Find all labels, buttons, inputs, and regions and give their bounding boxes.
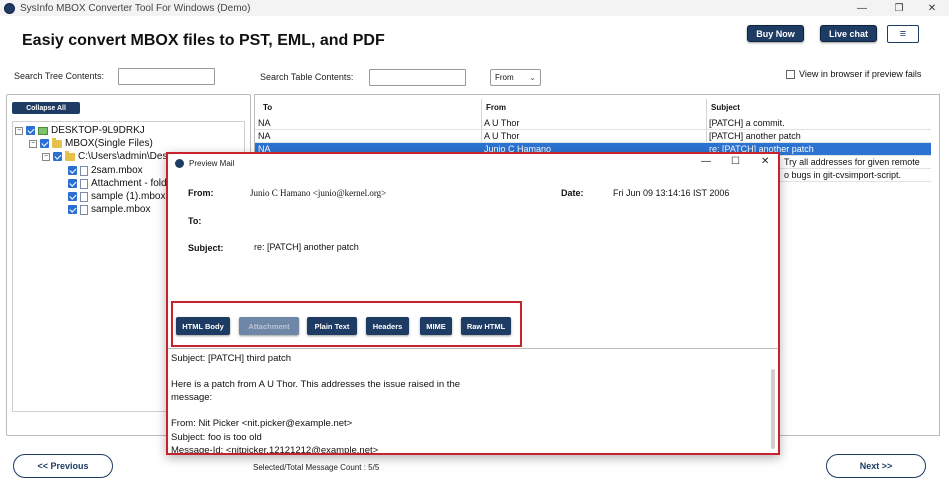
computer-icon bbox=[38, 126, 48, 135]
folder-icon bbox=[65, 150, 75, 161]
tree-node-file[interactable]: sample.mbox bbox=[68, 203, 150, 216]
vertical-scrollbar[interactable] bbox=[771, 369, 775, 449]
table-row[interactable]: NA A U Thor [PATCH] another patch bbox=[255, 130, 931, 143]
minimize-button[interactable]: — bbox=[845, 0, 879, 16]
dialog-title: Preview Mail bbox=[189, 158, 235, 168]
tree-node-label: 2sam.mbox bbox=[91, 165, 143, 176]
cell-from: A U Thor bbox=[484, 131, 520, 141]
column-header-to[interactable]: To bbox=[263, 103, 272, 115]
checkbox-checked-icon[interactable] bbox=[40, 139, 49, 148]
message-count: Selected/Total Message Count : 5/5 bbox=[253, 463, 380, 472]
search-field-select[interactable]: From ⌄ bbox=[490, 69, 541, 86]
date-value: Fri Jun 09 13:14:16 IST 2006 bbox=[613, 188, 730, 198]
app-logo-icon bbox=[175, 158, 184, 168]
tree-node-label: MBOX(Single Files) bbox=[65, 138, 153, 149]
tree-node-file[interactable]: Attachment - fold bbox=[68, 177, 167, 190]
view-in-browser-checkbox[interactable] bbox=[786, 69, 795, 79]
folder-icon bbox=[52, 137, 62, 148]
tree-node-label: C:\Users\admin\Des bbox=[78, 151, 168, 162]
collapse-icon[interactable]: − bbox=[42, 152, 50, 161]
body-line: Here is a patch from A U Thor. This addr… bbox=[171, 379, 461, 390]
menu-button[interactable]: ≡ bbox=[887, 25, 919, 43]
body-line: Subject: foo is too old bbox=[171, 432, 262, 443]
checkbox-checked-icon[interactable] bbox=[68, 205, 77, 214]
date-label: Date: bbox=[561, 188, 584, 198]
restore-button[interactable]: ❐ bbox=[882, 0, 916, 16]
file-icon bbox=[80, 204, 88, 215]
dialog-close-button[interactable]: ✕ bbox=[761, 156, 769, 167]
checkbox-checked-icon[interactable] bbox=[68, 192, 77, 201]
cell-subject: o bugs in git-cvsimport-script. bbox=[784, 170, 902, 180]
tab-headers[interactable]: Headers bbox=[366, 317, 409, 335]
tree-node-label: sample.mbox bbox=[91, 204, 151, 215]
tree-node-root[interactable]: − DESKTOP-9L9DRKJ bbox=[15, 124, 145, 137]
tab-html-body[interactable]: HTML Body bbox=[176, 317, 230, 335]
subject-label: Subject: bbox=[188, 243, 224, 253]
search-table-label: Search Table Contents: bbox=[260, 72, 354, 82]
file-icon bbox=[80, 191, 88, 202]
cell-from: A U Thor bbox=[484, 118, 520, 128]
view-in-browser-option[interactable]: View in browser if preview fails bbox=[786, 69, 921, 79]
buy-now-button[interactable]: Buy Now bbox=[747, 25, 804, 42]
select-value: From bbox=[495, 73, 514, 82]
cell-subject: [PATCH] a commit. bbox=[709, 118, 785, 128]
table-row[interactable]: NA A U Thor [PATCH] a commit. bbox=[255, 117, 931, 130]
search-tree-label: Search Tree Contents: bbox=[14, 71, 105, 81]
preview-mail-dialog: Preview Mail — ☐ ✕ From: Junio C Hamano … bbox=[166, 152, 780, 455]
hamburger-icon: ≡ bbox=[899, 28, 907, 40]
dialog-title-bar: Preview Mail bbox=[168, 154, 778, 172]
page-heading: Easiy convert MBOX files to PST, EML, an… bbox=[22, 32, 385, 49]
tree-node-file[interactable]: sample (1).mbox bbox=[68, 190, 165, 203]
live-chat-button[interactable]: Live chat bbox=[820, 25, 877, 42]
dialog-minimize-button[interactable]: — bbox=[701, 156, 711, 167]
checkbox-checked-icon[interactable] bbox=[26, 126, 35, 135]
search-table-input[interactable] bbox=[369, 69, 466, 86]
subject-value: re: [PATCH] another patch bbox=[254, 242, 359, 252]
collapse-all-button[interactable]: Collapse All bbox=[12, 102, 80, 114]
view-tabs-group: HTML Body Attachment Plain Text Headers … bbox=[171, 301, 522, 347]
from-label: From: bbox=[188, 188, 214, 198]
tab-plain-text[interactable]: Plain Text bbox=[307, 317, 357, 335]
checkbox-checked-icon[interactable] bbox=[68, 166, 77, 175]
tab-attachment[interactable]: Attachment bbox=[239, 317, 299, 335]
cell-subject: Try all addresses for given remote bbox=[784, 157, 920, 167]
file-icon bbox=[80, 178, 88, 189]
tree-node-label: Attachment - fold bbox=[91, 178, 167, 189]
cell-subject: [PATCH] another patch bbox=[709, 131, 801, 141]
body-line: Subject: [PATCH] third patch bbox=[171, 353, 292, 364]
dialog-maximize-button[interactable]: ☐ bbox=[731, 156, 740, 167]
checkbox-checked-icon[interactable] bbox=[68, 179, 77, 188]
collapse-icon[interactable]: − bbox=[15, 126, 23, 135]
view-in-browser-label: View in browser if preview fails bbox=[799, 69, 922, 79]
tree-node-mbox[interactable]: − MBOX(Single Files) bbox=[29, 137, 153, 150]
cell-to: NA bbox=[258, 131, 271, 141]
tab-raw-html[interactable]: Raw HTML bbox=[461, 317, 511, 335]
column-header-subject[interactable]: Subject bbox=[711, 103, 740, 115]
next-button[interactable]: Next >> bbox=[826, 454, 926, 478]
chevron-down-icon: ⌄ bbox=[529, 73, 536, 82]
previous-button[interactable]: << Previous bbox=[13, 454, 113, 478]
body-line: message: bbox=[171, 392, 213, 403]
app-logo-icon bbox=[4, 2, 15, 14]
window-title-bar: SysInfo MBOX Converter Tool For Windows … bbox=[0, 0, 949, 16]
file-icon bbox=[80, 165, 88, 176]
message-body[interactable]: Subject: [PATCH] third patch Here is a p… bbox=[168, 348, 778, 453]
window-title: SysInfo MBOX Converter Tool For Windows … bbox=[20, 2, 251, 14]
to-label: To: bbox=[188, 216, 202, 226]
from-value: Junio C Hamano <junio@kernel.org> bbox=[250, 188, 387, 198]
search-tree-input[interactable] bbox=[118, 68, 215, 85]
tab-mime[interactable]: MIME bbox=[420, 317, 452, 335]
body-line: Message-Id: <nitpicker.12121212@example.… bbox=[171, 445, 379, 453]
collapse-icon[interactable]: − bbox=[29, 139, 37, 148]
tree-node-label: sample (1).mbox bbox=[91, 191, 166, 202]
tree-node-label: DESKTOP-9L9DRKJ bbox=[51, 125, 145, 136]
body-line: From: Nit Picker <nit.picker@example.net… bbox=[171, 418, 353, 429]
tree-node-file[interactable]: 2sam.mbox bbox=[68, 164, 143, 177]
cell-to: NA bbox=[258, 118, 271, 128]
checkbox-checked-icon[interactable] bbox=[53, 152, 62, 161]
column-header-from[interactable]: From bbox=[486, 103, 506, 115]
tree-node-path[interactable]: − C:\Users\admin\Des bbox=[42, 150, 167, 163]
close-button[interactable]: ✕ bbox=[915, 0, 949, 16]
